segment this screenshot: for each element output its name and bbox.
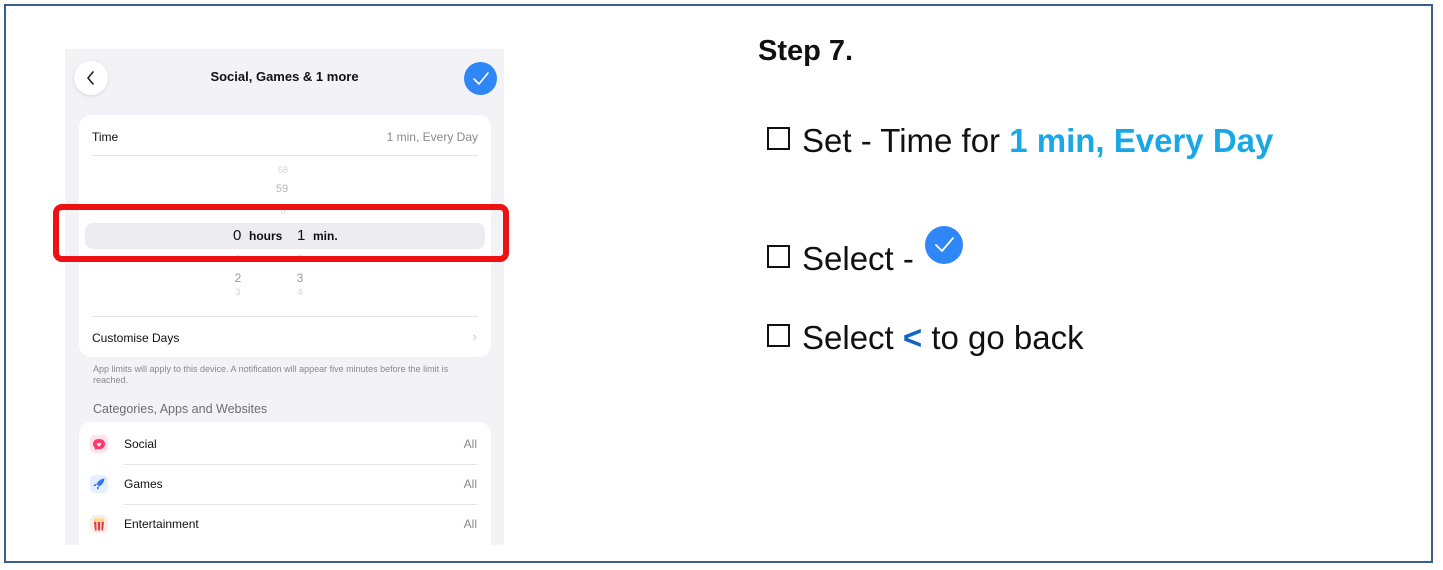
instruction-text: Set - Time for — [802, 122, 1010, 159]
picker-minute-option[interactable]: 59 — [272, 183, 292, 195]
picker-minute-option[interactable]: 58 — [273, 165, 293, 175]
app-row-games[interactable]: Games All — [79, 464, 491, 504]
app-limit-footnote: App limits will apply to this device. A … — [93, 364, 449, 385]
instruction-line-1: Set - Time for 1 min, Every Day — [767, 122, 1273, 160]
customise-days-row[interactable]: Customise Days — [92, 331, 179, 345]
popcorn-icon — [90, 515, 108, 533]
instruction-line-2: Select - — [767, 226, 964, 278]
picker-hour-option[interactable]: 2 — [228, 271, 248, 285]
time-label: Time — [92, 130, 119, 144]
speech-bubble-heart-icon — [90, 435, 108, 453]
app-name: Entertainment — [124, 517, 199, 531]
time-value: 1 min, Every Day — [386, 130, 478, 144]
divider — [92, 155, 478, 156]
rocket-icon — [90, 475, 108, 493]
instruction-line-3: Select < to go back — [767, 319, 1084, 357]
checkbox-icon — [767, 324, 790, 347]
checkmark-circle-icon — [925, 226, 964, 264]
red-highlight-annotation — [53, 204, 509, 262]
chevron-right-icon: › — [472, 329, 477, 344]
apps-card: Social All Games All Entertainment All — [79, 422, 491, 545]
checkmark-icon — [472, 71, 489, 85]
picker-hour-option[interactable]: 3 — [228, 287, 248, 297]
divider — [92, 316, 478, 317]
done-button[interactable] — [464, 62, 497, 95]
app-value: All — [463, 517, 477, 531]
app-value: All — [463, 477, 477, 491]
app-row-entertainment[interactable]: Entertainment All — [79, 504, 491, 544]
picker-minute-option[interactable]: 3 — [290, 271, 310, 285]
checkbox-icon — [767, 245, 790, 268]
instruction-text: Select - — [802, 240, 924, 277]
app-name: Social — [124, 437, 157, 451]
app-row-social[interactable]: Social All — [79, 424, 491, 464]
instruction-slide: Social, Games & 1 more Time 1 min, Every… — [4, 4, 1433, 563]
instruction-text: to go back — [922, 319, 1084, 356]
app-name: Games — [124, 477, 163, 491]
app-value: All — [463, 437, 477, 451]
step-title: Step 7. — [758, 35, 854, 67]
phone-screenshot: Social, Games & 1 more Time 1 min, Every… — [65, 49, 504, 545]
instruction-text: Select — [802, 319, 903, 356]
back-symbol: < — [902, 319, 923, 356]
picker-minute-option[interactable]: 4 — [290, 287, 310, 297]
section-header: Categories, Apps and Websites — [93, 402, 268, 416]
checkbox-icon — [767, 127, 790, 150]
instruction-highlight: 1 min, Every Day — [1009, 122, 1274, 159]
nav-title: Social, Games & 1 more — [210, 69, 359, 84]
